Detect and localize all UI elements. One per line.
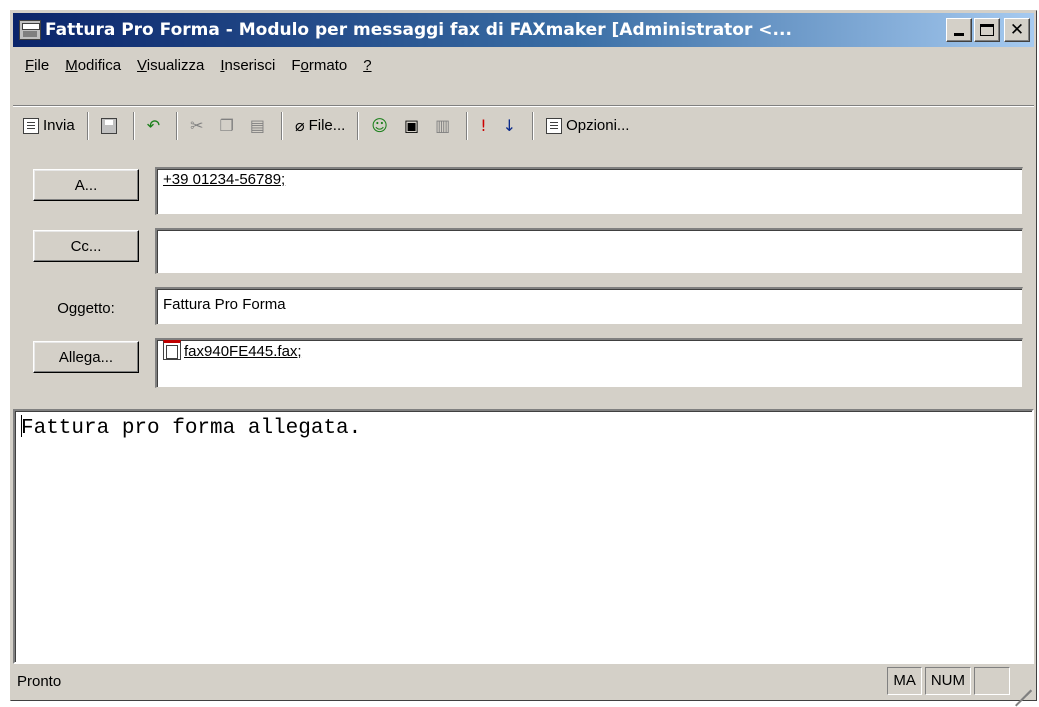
high-priority-icon: ! (480, 115, 487, 135)
close-button[interactable]: ✕ (1004, 18, 1030, 42)
close-icon: ✕ (1009, 19, 1025, 40)
attach-button[interactable]: Allega... (33, 341, 139, 373)
status-pane-caps: MA (887, 667, 922, 695)
toolbar-separator (176, 111, 179, 140)
copy-button[interactable]: ❐ (214, 111, 244, 141)
attach-file-button[interactable]: ⌀ File... (289, 111, 351, 141)
high-priority-button[interactable]: ! (474, 111, 496, 141)
attach-file-label: File... (308, 117, 346, 134)
send-icon (23, 117, 39, 134)
toolbar-separator (86, 111, 89, 140)
toolbar-separator (280, 111, 283, 140)
check-names-icon: ▣ (403, 115, 420, 135)
attachment-file[interactable]: fax940FE445.fax; (184, 343, 302, 360)
paste-button[interactable]: ▤ (244, 111, 275, 141)
body-text: Fattura pro forma allegata. (21, 417, 362, 440)
title-bar[interactable]: Fattura Pro Forma - Modulo per messaggi … (13, 13, 1034, 47)
message-body[interactable]: Fattura pro forma allegata. (13, 409, 1034, 664)
to-field[interactable]: +39 01234-56789; (155, 167, 1023, 215)
menu-inserisci[interactable]: Inserisci (212, 54, 283, 77)
save-button[interactable] (95, 111, 127, 141)
send-button[interactable]: Invia (17, 111, 81, 141)
toolbar-separator (532, 111, 535, 140)
cut-icon: ✂ (190, 115, 204, 135)
fax-machine-icon[interactable] (19, 20, 41, 40)
minimize-button[interactable] (946, 18, 972, 42)
resize-grip-icon[interactable] (1010, 667, 1034, 707)
toolbar-separator (357, 111, 360, 140)
send-label: Invia (43, 117, 75, 134)
directory-button[interactable]: ▥ (429, 111, 460, 141)
menu-file[interactable]: File (17, 54, 57, 77)
menu-bar: File Modifica Visualizza Inserisci Forma… (13, 49, 1034, 81)
cut-button[interactable]: ✂ (184, 111, 213, 141)
undo-icon: ↶ (146, 115, 161, 135)
low-priority-button[interactable]: ↓ (497, 111, 526, 141)
status-text: Pronto (17, 672, 62, 690)
undo-button[interactable]: ↶ (141, 111, 170, 141)
menu-formato[interactable]: Formato (283, 54, 355, 77)
options-label: Opzioni... (566, 117, 630, 134)
low-priority-icon: ↓ (502, 115, 517, 135)
to-recipient[interactable]: +39 01234-56789; (163, 171, 285, 188)
cc-field[interactable] (155, 228, 1023, 274)
book-icon: ▥ (435, 115, 451, 135)
save-icon (100, 117, 117, 134)
status-pane-num: NUM (924, 667, 971, 695)
toolbar-separator (132, 111, 135, 140)
window-title: Fattura Pro Forma - Modulo per messaggi … (45, 20, 792, 40)
fax-document-icon (163, 340, 181, 360)
options-button[interactable]: Opzioni... (540, 111, 635, 141)
subject-label: Oggetto: (57, 300, 115, 317)
toolbar: Invia ↶ ✂ ❐ ▤ ⌀ File... ☺ ▣ ▥ ! ↓ Opzion… (13, 106, 1034, 144)
menu-visualizza[interactable]: Visualizza (129, 54, 212, 77)
status-pane-scroll (974, 667, 1010, 695)
maximize-icon (980, 24, 994, 36)
status-bar: Pronto MA NUM (13, 664, 1034, 707)
fax-message-window: Fattura Pro Forma - Modulo per messaggi … (10, 10, 1037, 707)
contact-icon: ☺ (371, 115, 388, 135)
options-icon (546, 117, 563, 134)
attachments-field[interactable]: fax940FE445.fax; (155, 338, 1023, 388)
minimize-icon (954, 33, 964, 36)
menu-modifica[interactable]: Modifica (57, 54, 129, 77)
subject-field[interactable]: Fattura Pro Forma (155, 287, 1023, 325)
check-names-button[interactable]: ▣ (398, 111, 429, 141)
to-button[interactable]: A... (33, 169, 139, 201)
menu-help[interactable]: ? (355, 54, 379, 77)
cc-button[interactable]: Cc... (33, 230, 139, 262)
copy-icon: ❐ (219, 115, 234, 135)
address-book-button[interactable]: ☺ (365, 111, 398, 141)
toolbar-separator (466, 111, 469, 140)
maximize-button[interactable] (974, 18, 1000, 42)
paste-icon: ▤ (249, 115, 265, 135)
paperclip-icon: ⌀ (294, 115, 305, 135)
